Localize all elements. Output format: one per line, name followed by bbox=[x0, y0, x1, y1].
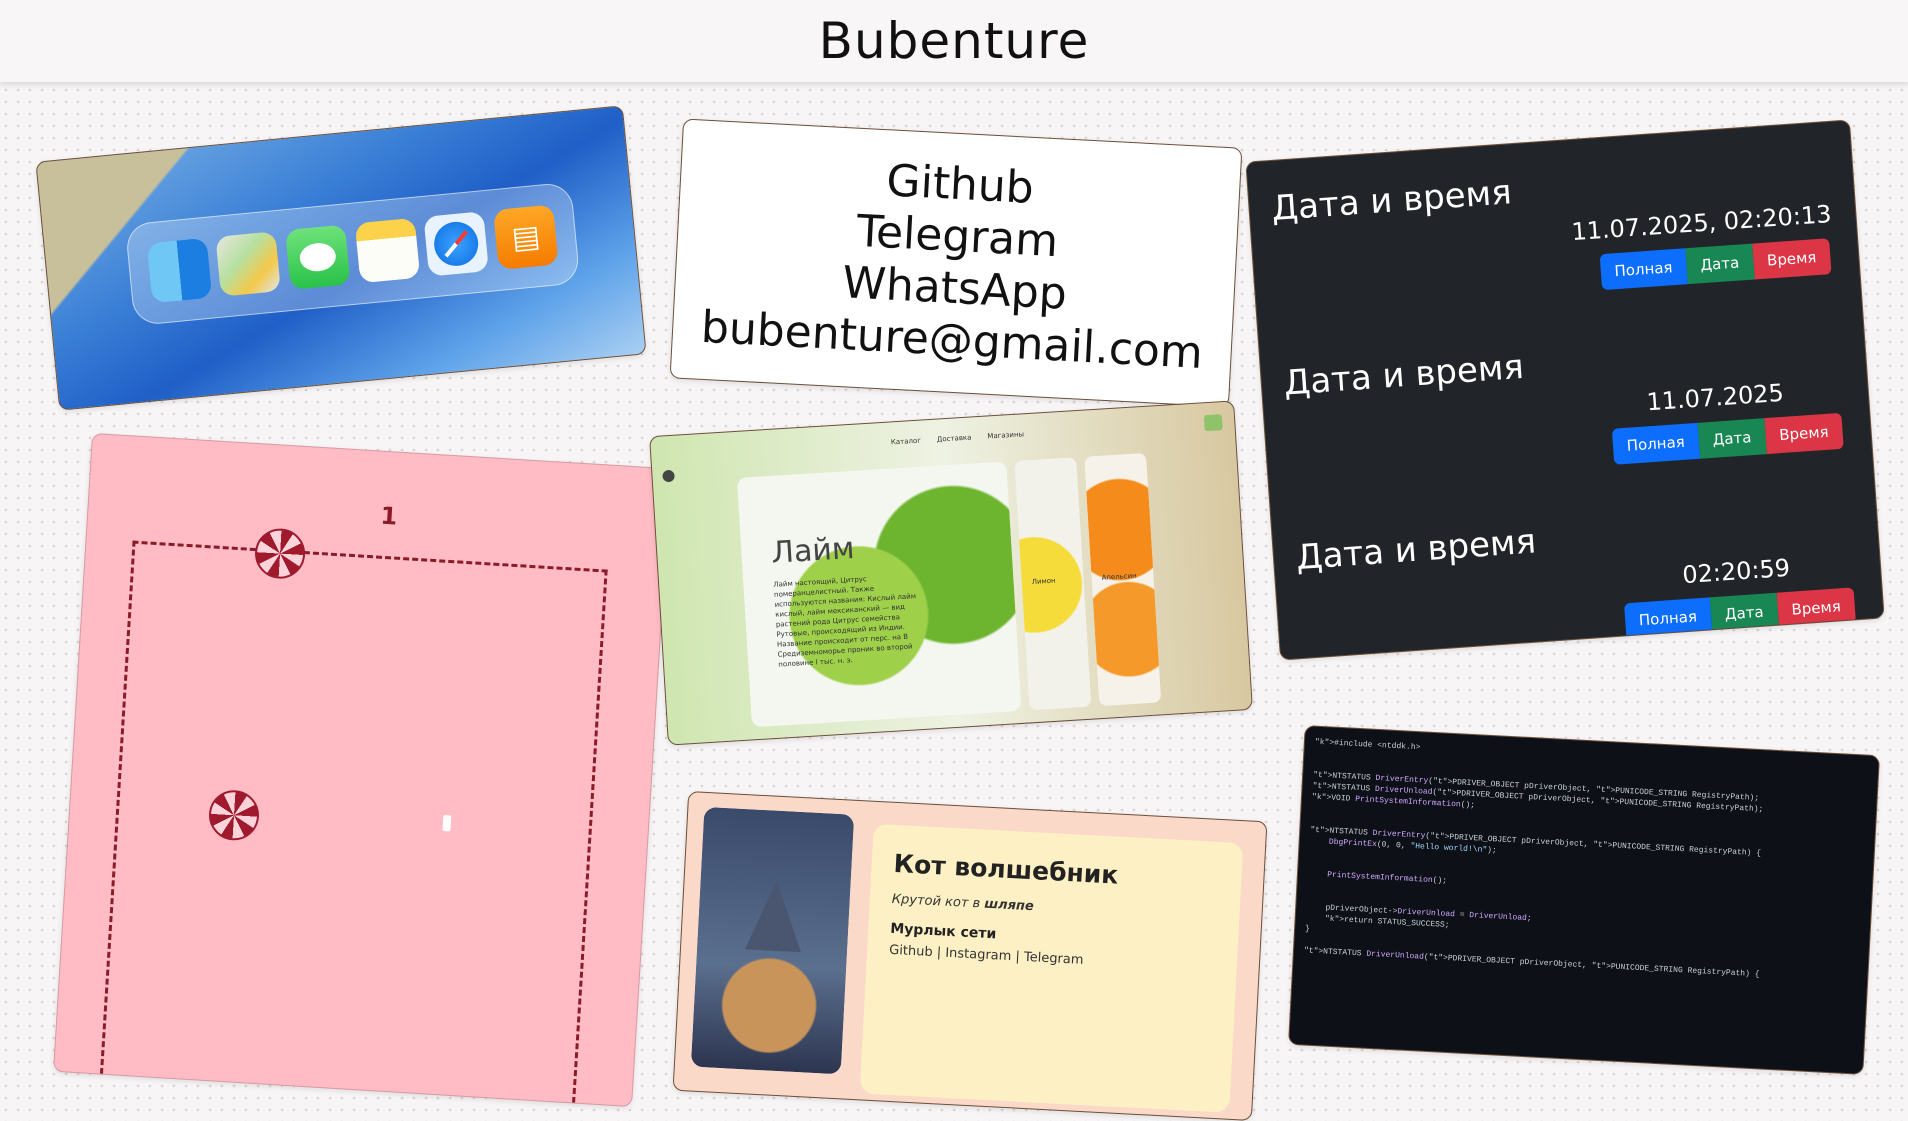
finder-icon[interactable] bbox=[146, 237, 213, 304]
datetime-block-time: Дата и время 02:20:59 Полная Дата Время bbox=[1272, 490, 1885, 661]
nav-item-delivery[interactable]: Доставка bbox=[937, 434, 972, 444]
lemon-label: Лимон bbox=[1031, 576, 1056, 587]
logo-icon bbox=[662, 469, 675, 483]
lime-title: Лайм bbox=[770, 530, 856, 571]
orange-panel[interactable]: Апельсин bbox=[1084, 452, 1162, 707]
site-title: Bubenture bbox=[818, 12, 1090, 70]
contacts-card: Github Telegram WhatsApp bubenture@gmail… bbox=[669, 118, 1243, 408]
format-button-group: Полная Дата Время bbox=[1623, 587, 1856, 640]
datetime-title: Дата и время bbox=[1282, 346, 1526, 404]
safari-icon[interactable] bbox=[423, 211, 490, 277]
datetime-value: 02:20:59 bbox=[1681, 553, 1791, 590]
format-button-group: Полная Дата Время bbox=[1611, 412, 1844, 465]
full-format-button[interactable]: Полная bbox=[1599, 248, 1688, 291]
cat-subtitle: Крутой кот в шляпе bbox=[891, 892, 1217, 924]
dock: ▤ bbox=[124, 181, 581, 327]
macos-dock-card[interactable]: ▤ bbox=[35, 105, 647, 411]
notes-icon[interactable] bbox=[354, 217, 421, 284]
peppermint-candy-icon bbox=[253, 527, 307, 581]
lemon-panel[interactable]: Лимон bbox=[1014, 457, 1092, 711]
nav-item-stores[interactable]: Магазины bbox=[987, 430, 1024, 440]
game-field[interactable] bbox=[95, 527, 608, 1108]
lime-site-card[interactable]: Каталог Доставка Магазины Лайм Лайм наст… bbox=[649, 400, 1253, 746]
github-link[interactable]: Github bbox=[885, 155, 1035, 215]
wizard-cat-image bbox=[690, 806, 855, 1075]
datetime-value: 11.07.2025 bbox=[1645, 378, 1785, 417]
maps-icon[interactable] bbox=[215, 231, 282, 297]
datetime-title: Дата и время bbox=[1294, 521, 1538, 579]
peppermint-game-card[interactable]: 1 bbox=[53, 432, 671, 1108]
date-format-button[interactable]: Дата bbox=[1697, 418, 1767, 459]
datetime-value: 11.07.2025, 02:20:13 bbox=[1570, 200, 1833, 247]
date-format-button[interactable]: Дата bbox=[1685, 243, 1755, 285]
cat-info-panel: Кот волшебник Крутой кот в шляпе Мурлык … bbox=[859, 823, 1244, 1113]
time-format-button[interactable]: Время bbox=[1751, 238, 1832, 280]
datetime-block-date: Дата и время 11.07.2025 Полная Дата Врем… bbox=[1260, 315, 1874, 517]
code-block: "k">#include <ntddk.h> "t">NTSTATUS Driv… bbox=[1304, 737, 1771, 981]
cat-subtitle-text: Крутой кот в bbox=[891, 891, 985, 912]
lime-panel[interactable]: Лайм Лайм настоящий, Цитрус померанцелис… bbox=[736, 461, 1022, 728]
wizard-hat-icon bbox=[745, 879, 805, 953]
cat-title: Кот волшебник bbox=[892, 848, 1120, 890]
peppermint-candy-icon bbox=[207, 788, 261, 842]
code-snippet-card[interactable]: "k">#include <ntddk.h> "t">NTSTATUS Driv… bbox=[1288, 725, 1880, 1075]
full-format-button[interactable]: Полная bbox=[1611, 422, 1700, 465]
nav-item-catalog[interactable]: Каталог bbox=[891, 437, 921, 447]
site-header: Bubenture bbox=[0, 0, 1908, 82]
time-format-button[interactable]: Время bbox=[1764, 412, 1844, 455]
datetime-title: Дата и время bbox=[1270, 172, 1513, 229]
wizard-cat-card[interactable]: Кот волшебник Крутой кот в шляпе Мурлык … bbox=[672, 791, 1268, 1121]
cat-subtitle-bold: шляпе bbox=[983, 896, 1035, 915]
game-score: 1 bbox=[379, 501, 399, 531]
full-format-button[interactable]: Полная bbox=[1623, 597, 1713, 640]
messages-icon[interactable] bbox=[285, 224, 351, 290]
date-format-button[interactable]: Дата bbox=[1709, 592, 1779, 634]
lime-description: Лайм настоящий, Цитрус померанцелистный.… bbox=[773, 575, 917, 669]
menu-icon[interactable] bbox=[1203, 414, 1223, 432]
datetime-card: Дата и время 11.07.2025, 02:20:13 Полная… bbox=[1245, 119, 1885, 661]
books-icon[interactable]: ▤ bbox=[493, 204, 559, 270]
datetime-block-full: Дата и время 11.07.2025, 02:20:13 Полная… bbox=[1248, 140, 1862, 342]
time-format-button[interactable]: Время bbox=[1776, 587, 1856, 629]
orange-label: Апельсин bbox=[1101, 571, 1138, 582]
lime-nav: Каталог Доставка Магазины bbox=[891, 430, 1025, 446]
game-paddle bbox=[442, 815, 452, 832]
format-button-group: Полная Дата Время bbox=[1599, 238, 1832, 291]
